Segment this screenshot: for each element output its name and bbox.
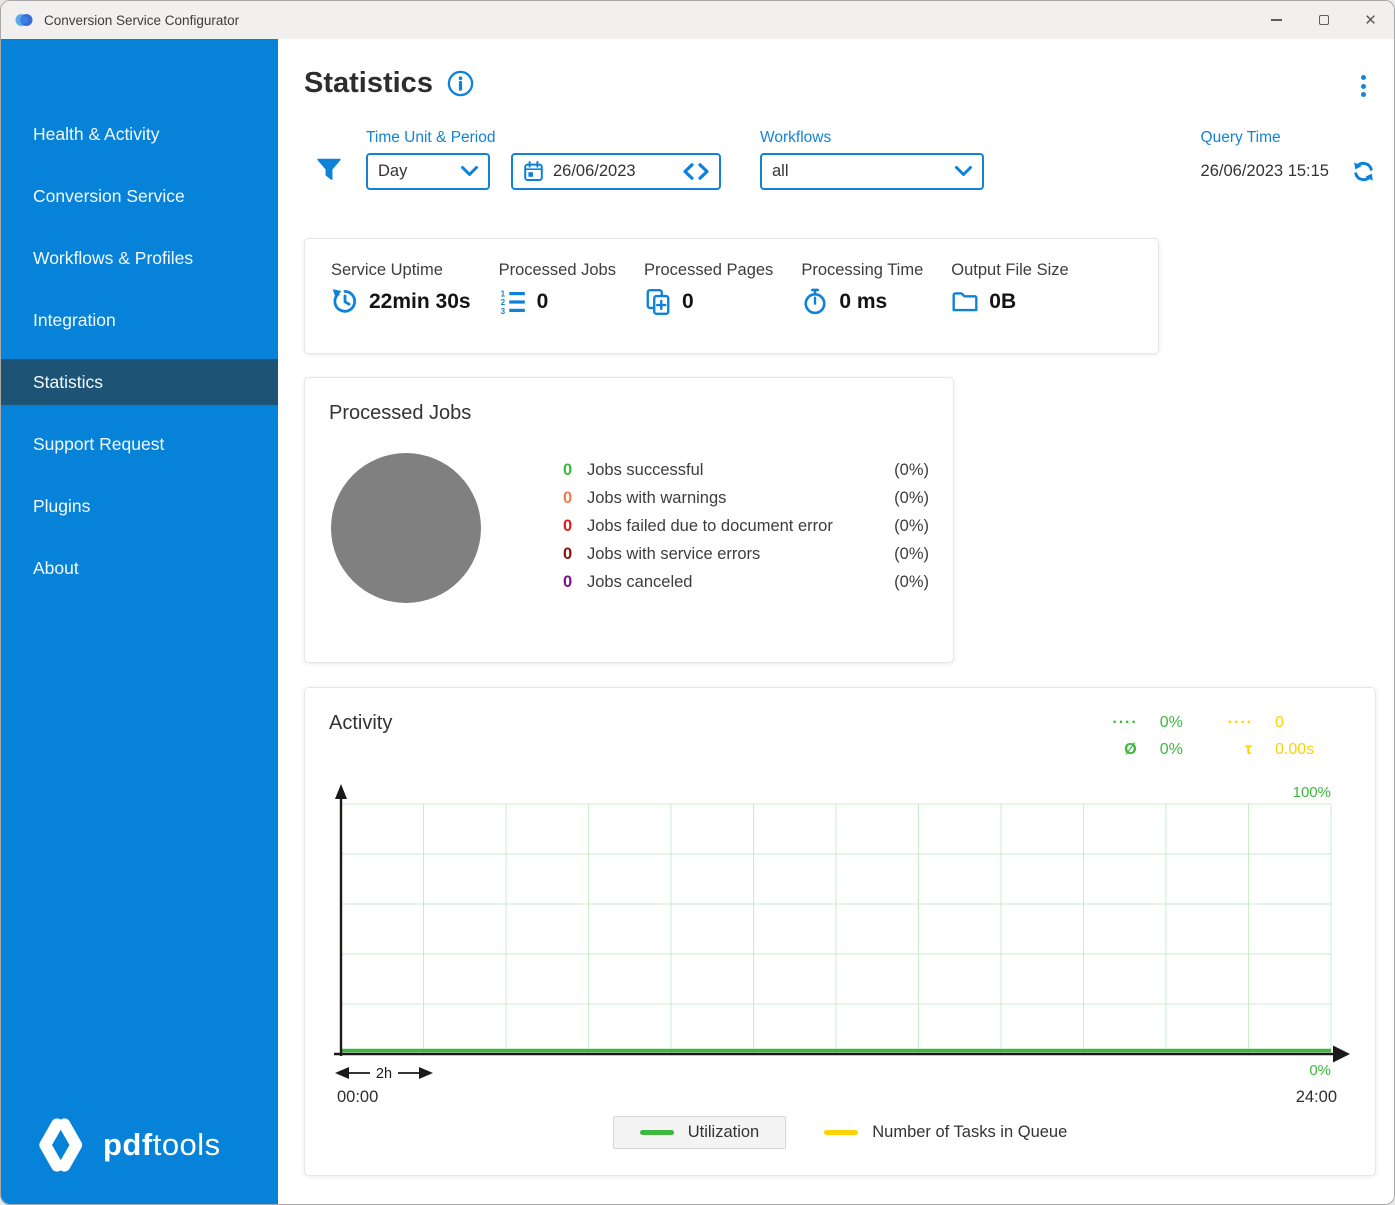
activity-legend: Utilization Number of Tasks in Queue	[305, 1116, 1375, 1149]
workflows-group: Workflows all	[760, 129, 984, 190]
pdftools-mark-icon	[29, 1114, 91, 1176]
time-unit-group: Time Unit & Period Day	[366, 129, 721, 190]
info-icon[interactable]	[447, 70, 474, 97]
app-window: Conversion Service Configurator ✕ Health…	[0, 0, 1395, 1205]
stat-processed-jobs: Processed Jobs 1 2 3 0	[499, 261, 616, 331]
processed-jobs-title: Processed Jobs	[329, 402, 929, 425]
utilization-swatch-icon	[640, 1130, 674, 1135]
numbered-list-icon: 1 2 3	[499, 288, 527, 316]
time-unit-label: Time Unit & Period	[366, 129, 721, 147]
legend-row-jobs-canceled: 0 Jobs canceled (0%)	[563, 573, 929, 592]
history-icon	[331, 288, 359, 316]
app-logo-icon	[14, 10, 34, 30]
stat-service-uptime: Service Uptime 22min 30s	[331, 261, 471, 331]
date-value: 26/06/2023	[553, 162, 636, 181]
jobs-legend: 0 Jobs successful (0%) 0 Jobs with warni…	[563, 461, 929, 603]
query-time-label: Query Time	[1201, 129, 1376, 147]
copy-pages-icon	[644, 288, 672, 316]
x-end-label: 24:00	[1296, 1088, 1337, 1106]
utilization-average-icon: Ø	[1124, 741, 1137, 759]
svg-text:3: 3	[500, 307, 505, 316]
legend-row-jobs-warnings: 0 Jobs with warnings (0%)	[563, 489, 929, 508]
chevron-down-icon	[955, 166, 972, 177]
main-content: Statistics Time Uni	[278, 39, 1394, 1205]
sidebar-item-statistics[interactable]: Statistics	[1, 359, 278, 405]
summary-card: Service Uptime 22min 30s Processed Jobs	[304, 238, 1159, 354]
sidebar-item-integration[interactable]: Integration	[1, 297, 278, 343]
pdftools-wordmark: pdftools	[103, 1127, 221, 1163]
queue-average-icon: τ	[1245, 741, 1253, 759]
processed-jobs-card: Processed Jobs 0 Jobs successful (0%) 0 …	[304, 377, 954, 663]
minimize-icon	[1271, 19, 1282, 20]
date-picker[interactable]: 26/06/2023	[511, 153, 721, 190]
queue-average-value: 0.00s	[1275, 741, 1333, 759]
x-start-label: 00:00	[337, 1088, 378, 1106]
maximize-button[interactable]	[1300, 1, 1347, 39]
maximize-icon	[1319, 15, 1329, 25]
close-button[interactable]: ✕	[1347, 1, 1394, 39]
page-title: Statistics	[304, 67, 433, 100]
legend-row-jobs-service-errors: 0 Jobs with service errors (0%)	[563, 545, 929, 564]
sidebar-item-about[interactable]: About	[1, 545, 278, 591]
sidebar-item-plugins[interactable]: Plugins	[1, 483, 278, 529]
pdftools-logo: pdftools	[29, 1114, 221, 1176]
queue-swatch-icon	[824, 1130, 858, 1135]
calendar-icon	[523, 161, 544, 182]
legend-row-jobs-successful: 0 Jobs successful (0%)	[563, 461, 929, 480]
window-title: Conversion Service Configurator	[44, 13, 239, 28]
filter-funnel-icon[interactable]	[316, 158, 342, 182]
sidebar-item-health-activity[interactable]: Health & Activity	[1, 111, 278, 157]
more-options-button[interactable]	[1357, 71, 1370, 101]
stat-output-file-size: Output File Size 0B	[951, 261, 1068, 331]
queue-peak-icon: ····	[1228, 714, 1253, 732]
utilization-peak-icon: ····	[1112, 714, 1137, 732]
filter-bar: Time Unit & Period Day	[304, 129, 1376, 190]
jobs-pie-chart	[331, 453, 481, 603]
date-prev-button[interactable]	[683, 163, 694, 180]
y-max-label: 100%	[1293, 784, 1331, 801]
chevron-down-icon	[461, 166, 478, 177]
folder-icon	[951, 288, 979, 316]
workflows-select[interactable]: all	[760, 153, 984, 190]
refresh-icon[interactable]	[1351, 159, 1376, 184]
legend-queue-toggle[interactable]: Number of Tasks in Queue	[824, 1123, 1067, 1142]
y-min-label: 0%	[1309, 1062, 1331, 1079]
stopwatch-icon	[801, 288, 829, 316]
activity-corner-stats: ···· 0% ···· 0 Ø 0% τ 0.00s	[1112, 714, 1333, 759]
legend-utilization-toggle[interactable]: Utilization	[613, 1116, 787, 1149]
stat-processing-time: Processing Time 0 ms	[801, 261, 923, 331]
activity-chart: 100% 0% 2h 00:00 24:00	[329, 782, 1353, 1118]
stat-processed-pages: Processed Pages 0	[644, 261, 773, 331]
query-time-value: 26/06/2023 15:15	[1201, 162, 1329, 181]
titlebar: Conversion Service Configurator ✕	[1, 1, 1394, 39]
time-unit-select[interactable]: Day	[366, 153, 490, 190]
sidebar-item-conversion-service[interactable]: Conversion Service	[1, 173, 278, 219]
sidebar-item-workflows-profiles[interactable]: Workflows & Profiles	[1, 235, 278, 281]
minimize-button[interactable]	[1253, 1, 1300, 39]
utilization-average-value: 0%	[1160, 741, 1206, 759]
workflows-label: Workflows	[760, 129, 984, 147]
activity-card: Activity ···· 0% ···· 0 Ø 0% τ 0.00s	[304, 687, 1376, 1176]
query-time-group: Query Time 26/06/2023 15:15	[1201, 129, 1376, 190]
sidebar-item-support-request[interactable]: Support Request	[1, 421, 278, 467]
queue-peak-value: 0	[1275, 714, 1333, 732]
sidebar: Health & Activity Conversion Service Wor…	[1, 39, 278, 1205]
date-next-button[interactable]	[698, 163, 709, 180]
utilization-peak-value: 0%	[1160, 714, 1206, 732]
x-scale-label: 2h	[376, 1066, 392, 1082]
legend-row-jobs-failed-document: 0 Jobs failed due to document error (0%)	[563, 517, 929, 536]
